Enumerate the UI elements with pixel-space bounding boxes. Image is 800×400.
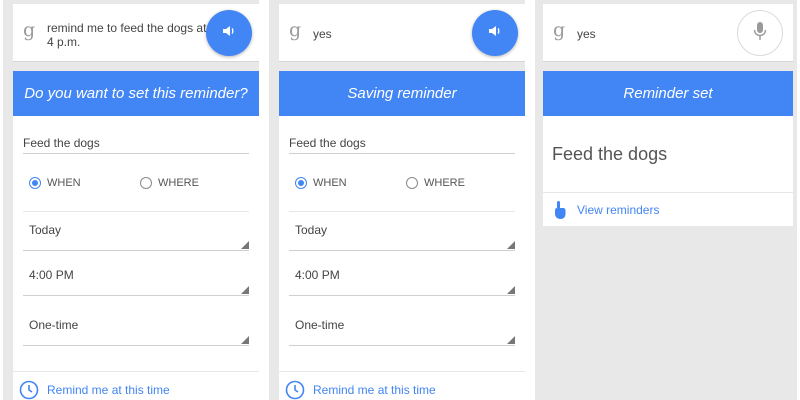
reminder-card: Saving reminder Feed the dogs WHEN WHERE… bbox=[279, 71, 525, 400]
time-dropdown[interactable]: 4:00 PM bbox=[289, 268, 515, 296]
card-header: Saving reminder bbox=[279, 71, 525, 116]
remind-link-label: Remind me at this time bbox=[313, 382, 436, 397]
where-radio-icon[interactable] bbox=[406, 177, 418, 189]
when-radio-option[interactable]: WHEN bbox=[295, 177, 347, 189]
time-value: 4:00 PM bbox=[29, 268, 74, 282]
view-reminders-link[interactable]: View reminders bbox=[543, 192, 793, 226]
where-radio-icon[interactable] bbox=[140, 177, 152, 189]
reminder-card: Do you want to set this reminder? Feed t… bbox=[13, 71, 259, 400]
clock-icon bbox=[285, 380, 305, 400]
repeat-value: One-time bbox=[29, 318, 79, 332]
time-value: 4:00 PM bbox=[295, 268, 340, 282]
where-radio-option[interactable]: WHERE bbox=[406, 177, 465, 189]
repeat-dropdown[interactable]: One-time bbox=[289, 318, 515, 346]
voice-query-text: yes bbox=[577, 27, 596, 41]
dropdown-arrow-icon bbox=[507, 336, 515, 344]
divider bbox=[23, 211, 249, 212]
repeat-value: One-time bbox=[295, 318, 345, 332]
when-radio-icon[interactable] bbox=[29, 177, 41, 189]
where-label: WHERE bbox=[424, 177, 465, 189]
where-radio-option[interactable]: WHERE bbox=[140, 177, 199, 189]
pointing-hand-icon bbox=[553, 200, 567, 220]
time-dropdown[interactable]: 4:00 PM bbox=[23, 268, 249, 296]
reminder-saving-panel: g yes Saving reminder Feed the dogs WHEN… bbox=[269, 0, 525, 400]
remind-at-time-link[interactable]: Remind me at this time bbox=[279, 371, 525, 400]
remind-at-time-link[interactable]: Remind me at this time bbox=[13, 371, 259, 400]
reminder-card: Reminder set Feed the dogs View reminder… bbox=[543, 71, 793, 226]
when-radio-icon[interactable] bbox=[295, 177, 307, 189]
search-bar[interactable]: g yes bbox=[279, 4, 525, 62]
date-dropdown[interactable]: Today bbox=[23, 223, 249, 251]
clock-icon bbox=[19, 380, 39, 400]
search-bar[interactable]: g remind me to feed the dogs at 4 p.m. bbox=[13, 4, 259, 62]
reminder-title-input[interactable]: Feed the dogs bbox=[289, 136, 515, 154]
reminder-title: Feed the dogs bbox=[552, 144, 668, 164]
speaker-icon bbox=[221, 23, 237, 44]
google-logo: g bbox=[289, 19, 302, 41]
repeat-dropdown[interactable]: One-time bbox=[23, 318, 249, 346]
dropdown-arrow-icon bbox=[241, 336, 249, 344]
voice-query-text: yes bbox=[313, 27, 332, 41]
date-value: Today bbox=[29, 223, 62, 237]
when-radio-option[interactable]: WHEN bbox=[29, 177, 81, 189]
dropdown-arrow-icon bbox=[507, 241, 515, 249]
speaker-icon bbox=[487, 23, 503, 44]
search-bar[interactable]: g yes bbox=[543, 4, 793, 62]
dropdown-arrow-icon bbox=[241, 286, 249, 294]
reminder-title-input[interactable]: Feed the dogs bbox=[23, 136, 249, 154]
google-logo: g bbox=[23, 19, 36, 41]
date-dropdown[interactable]: Today bbox=[289, 223, 515, 251]
where-label: WHERE bbox=[158, 177, 199, 189]
speaker-button[interactable] bbox=[206, 10, 252, 56]
speaker-button[interactable] bbox=[472, 10, 518, 56]
card-header: Do you want to set this reminder? bbox=[13, 71, 259, 116]
google-logo: g bbox=[553, 19, 566, 41]
when-label: WHEN bbox=[313, 177, 347, 189]
microphone-icon bbox=[753, 21, 767, 46]
remind-link-label: Remind me at this time bbox=[47, 382, 170, 397]
card-header: Reminder set bbox=[543, 71, 793, 116]
when-label: WHEN bbox=[47, 177, 81, 189]
dropdown-arrow-icon bbox=[507, 286, 515, 294]
date-value: Today bbox=[295, 223, 328, 237]
dropdown-arrow-icon bbox=[241, 241, 249, 249]
view-reminders-label: View reminders bbox=[577, 202, 660, 217]
reminder-set-panel: g yes Reminder set Feed the dogs View re… bbox=[535, 0, 797, 400]
voice-query-text: remind me to feed the dogs at 4 p.m. bbox=[47, 21, 207, 49]
mic-button[interactable] bbox=[737, 10, 783, 56]
divider bbox=[289, 211, 515, 212]
reminder-confirm-panel: g remind me to feed the dogs at 4 p.m. D… bbox=[3, 0, 259, 400]
